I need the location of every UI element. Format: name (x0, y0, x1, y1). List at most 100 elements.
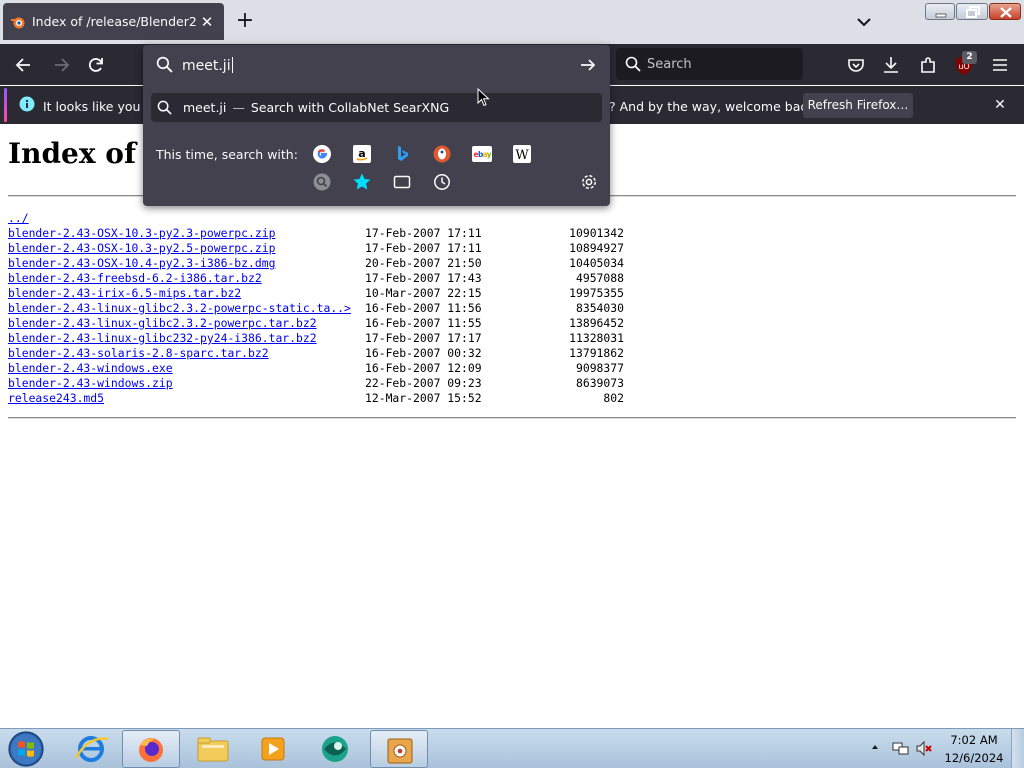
amazon-engine-icon[interactable]: a (352, 144, 372, 164)
search-bar[interactable]: Search (616, 48, 803, 80)
suggestion-separator: — (232, 100, 245, 115)
show-desktop-button[interactable] (1011, 729, 1024, 768)
back-arrow-icon[interactable] (13, 54, 35, 76)
wikipedia-engine-icon[interactable]: W (512, 144, 532, 164)
file-link[interactable]: blender-2.43-windows.exe (8, 361, 173, 376)
archive-app-task-icon (387, 738, 413, 764)
page-title: Index of / (8, 137, 156, 170)
notification-message-end: ? And by the way, welcome back! (609, 99, 820, 114)
clock-time[interactable]: 7:02 AM (942, 733, 1006, 747)
windows-start-orb-icon[interactable] (6, 730, 46, 768)
bing-engine-icon[interactable] (392, 144, 412, 164)
suggestion-action: Search with CollabNet SearXNG (250, 100, 450, 115)
tabs-icon[interactable] (392, 172, 412, 192)
svg-text:W: W (515, 148, 529, 163)
suggestion-query: meet.ji (183, 100, 227, 115)
file-date: 17-Feb-2007 17:17 (365, 331, 482, 345)
tab-close-icon[interactable]: ✕ (196, 13, 218, 31)
file-link[interactable]: blender-2.43-windows.zip (8, 376, 173, 391)
new-tab-button[interactable]: + (232, 9, 258, 35)
url-input[interactable]: meet.ji (143, 45, 610, 85)
file-size: 802 (603, 391, 624, 405)
file-size: 11328031 (569, 331, 624, 345)
bottom-divider (8, 417, 1016, 419)
file-date: 16-Feb-2007 11:55 (365, 316, 482, 330)
archive-app-task-button[interactable] (370, 730, 428, 768)
parent-directory-link[interactable]: ../ (8, 211, 29, 226)
svg-text:a: a (358, 147, 365, 160)
file-date: 17-Feb-2007 17:11 (365, 241, 482, 255)
notification-accent-stripe (4, 88, 7, 122)
svg-text:y: y (487, 150, 492, 159)
search-settings-gear-icon[interactable] (579, 172, 599, 192)
blender-favicon-icon (11, 16, 25, 28)
file-size: 13791862 (569, 346, 624, 360)
file-link[interactable]: blender-2.43-freebsd-6.2-i386.tar.bz2 (8, 271, 262, 286)
duckduckgo-engine-icon[interactable] (432, 144, 452, 164)
file-link[interactable]: blender-2.43-linux-glibc2.3.2-powerpc-st… (8, 301, 351, 316)
downloads-icon[interactable] (880, 54, 902, 76)
file-size: 4957088 (575, 271, 624, 285)
file-size: 10894927 (569, 241, 624, 255)
window-close-button[interactable] (989, 3, 1021, 20)
file-date: 17-Feb-2007 17:43 (365, 271, 482, 285)
file-link[interactable]: blender-2.43-OSX-10.4-py2.3-i386-bz.dmg (8, 256, 275, 271)
search-bar-placeholder: Search (647, 56, 692, 72)
searxng-engine-icon[interactable] (312, 172, 332, 192)
file-date: 20-Feb-2007 21:50 (365, 256, 482, 270)
text-caret (231, 57, 233, 73)
file-link[interactable]: release243.md5 (8, 391, 104, 406)
file-link[interactable]: blender-2.43-OSX-10.3-py2.5-powerpc.zip (8, 241, 275, 256)
file-size: 10405034 (569, 256, 624, 270)
volume-muted-icon[interactable] (916, 740, 934, 757)
info-icon (19, 96, 35, 112)
bookmarks-star-icon[interactable] (352, 172, 372, 192)
hamburger-menu-icon[interactable] (989, 54, 1011, 76)
file-explorer-task-icon[interactable] (184, 730, 242, 768)
file-link[interactable]: blender-2.43-solaris-2.8-sparc.tar.bz2 (8, 346, 269, 361)
clock-date[interactable]: 12/6/2024 (942, 751, 1006, 765)
urlbar-search-icon (156, 56, 173, 73)
window-minimize-button[interactable] (925, 3, 955, 20)
file-size: 10901342 (569, 226, 624, 240)
firefox-task-button[interactable] (122, 730, 180, 768)
refresh-firefox-button[interactable]: Refresh Firefox… (803, 93, 913, 118)
extensions-puzzle-icon[interactable] (917, 54, 939, 76)
file-link[interactable]: blender-2.43-irix-6.5-mips.tar.bz2 (8, 286, 241, 301)
search-suggestion-row[interactable]: meet.ji — Search with CollabNet SearXNG (151, 93, 602, 122)
ebay-engine-icon[interactable]: e b a y (472, 144, 492, 164)
suggestion-search-icon (157, 100, 172, 115)
list-all-tabs-chevron-down-icon[interactable] (852, 11, 876, 33)
internet-explorer-task-icon[interactable] (62, 730, 120, 768)
window-restore-button[interactable] (956, 3, 988, 20)
history-clock-icon[interactable] (432, 172, 452, 192)
file-link[interactable]: blender-2.43-linux-glibc2.3.2-powerpc.ta… (8, 316, 317, 331)
show-hidden-icons-chevron-up-icon[interactable] (870, 742, 880, 752)
search-icon (625, 56, 641, 72)
file-date: 22-Feb-2007 09:23 (365, 376, 482, 390)
file-size: 8639073 (575, 376, 624, 390)
file-date: 16-Feb-2007 00:32 (365, 346, 482, 360)
tab-strip: Index of /release/Blender2.43/ ✕ + (0, 0, 1024, 44)
file-size: 9098377 (575, 361, 624, 375)
search-with-label: This time, search with: (156, 147, 298, 162)
network-icon[interactable] (892, 740, 909, 757)
mouse-cursor-icon (477, 88, 490, 107)
media-player-task-icon[interactable] (244, 730, 302, 768)
reload-icon[interactable] (85, 54, 107, 76)
google-engine-icon[interactable] (312, 144, 332, 164)
file-date: 16-Feb-2007 12:09 (365, 361, 482, 375)
url-input-value: meet.ji (182, 58, 231, 74)
file-link[interactable]: blender-2.43-linux-glibc232-py24-i386.ta… (8, 331, 317, 346)
go-arrow-icon[interactable] (579, 56, 597, 74)
forward-arrow-icon[interactable] (50, 54, 72, 76)
pocket-icon[interactable] (845, 54, 867, 76)
file-size: 8354030 (575, 301, 624, 315)
tab-blender-index[interactable]: Index of /release/Blender2.43/ ✕ (3, 3, 224, 40)
file-date: 16-Feb-2007 11:56 (365, 301, 482, 315)
file-link[interactable]: blender-2.43-OSX-10.3-py2.3-powerpc.zip (8, 226, 275, 241)
notification-close-icon[interactable]: ✕ (990, 95, 1010, 115)
file-size: 13896452 (569, 316, 624, 330)
app-globe-task-icon[interactable] (306, 730, 364, 768)
file-date: 12-Mar-2007 15:52 (365, 391, 482, 405)
